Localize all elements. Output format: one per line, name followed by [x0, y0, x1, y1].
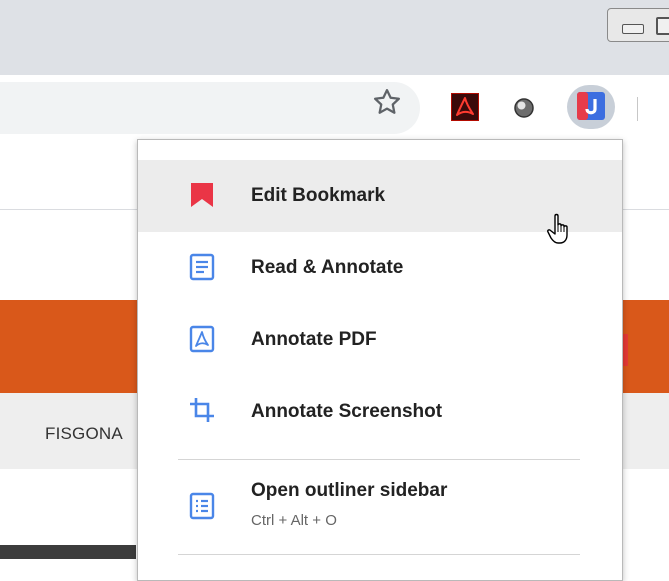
toolbar-separator	[637, 97, 638, 121]
browser-toolbar	[0, 75, 669, 143]
pdf-icon	[189, 325, 215, 353]
maximize-window-icon[interactable]	[656, 17, 669, 35]
menu-item-annotate-screenshot[interactable]: Annotate Screenshot	[138, 376, 622, 448]
menu-item-label: Annotate PDF	[251, 329, 377, 350]
menu-item-label: Open outliner sidebar	[251, 480, 448, 501]
address-bar[interactable]	[0, 82, 420, 134]
extension-popup-menu: Edit Bookmark Read & Annotate Annotate P…	[137, 139, 623, 581]
outline-list-icon	[189, 492, 215, 520]
circle-extension-icon[interactable]	[513, 97, 535, 119]
document-icon	[189, 253, 215, 281]
browser-tab-strip	[0, 0, 669, 75]
page-footer-strip	[0, 545, 136, 559]
star-icon[interactable]	[372, 87, 402, 117]
bookmark-icon	[191, 183, 213, 207]
hypothesis-extension-button[interactable]	[567, 85, 615, 129]
minimize-window-icon[interactable]	[622, 24, 644, 34]
menu-separator	[178, 554, 580, 555]
menu-item-edit-bookmark[interactable]: Edit Bookmark	[138, 160, 622, 244]
menu-item-label: Annotate Screenshot	[251, 401, 443, 422]
menu-item-label: Read & Annotate	[251, 257, 404, 278]
menu-item-open-outliner[interactable]: Open outliner sidebar Ctrl + Alt + O	[138, 468, 622, 548]
keyboard-shortcut: Ctrl + Alt + O	[251, 512, 337, 529]
hypothesis-icon	[577, 92, 605, 120]
menu-item-label: Edit Bookmark	[251, 185, 386, 206]
crop-icon	[190, 398, 214, 422]
menu-item-read-annotate[interactable]: Read & Annotate	[138, 232, 622, 304]
adobe-acrobat-icon[interactable]	[451, 93, 479, 121]
window-controls	[607, 8, 669, 42]
menu-item-annotate-pdf[interactable]: Annotate PDF	[138, 304, 622, 376]
site-nav-item[interactable]: FISGONA	[45, 424, 123, 444]
menu-separator	[178, 459, 580, 460]
